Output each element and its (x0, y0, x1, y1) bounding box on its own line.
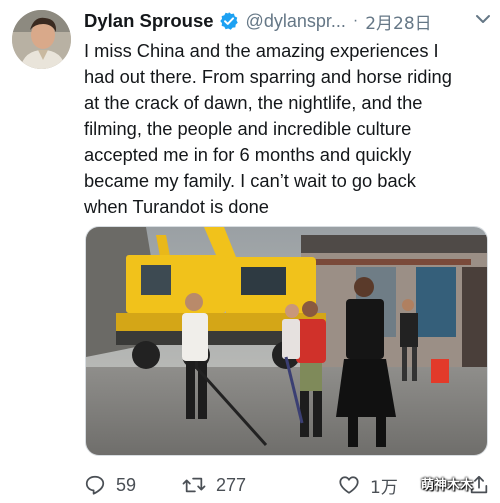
retweet-icon (182, 477, 206, 493)
retweet-count: 277 (216, 474, 247, 495)
reply-icon (85, 475, 105, 495)
display-name[interactable]: Dylan Sprouse (84, 10, 214, 32)
retweet-button[interactable]: 277 (182, 470, 246, 500)
verified-badge-icon (219, 11, 239, 31)
like-count: 1万 (370, 477, 398, 498)
like-button[interactable]: 1万 (338, 470, 398, 500)
tweet-photo[interactable] (85, 226, 488, 456)
reply-button[interactable]: 59 (84, 470, 136, 500)
reply-count: 59 (116, 474, 137, 495)
heart-icon (339, 476, 359, 494)
separator-dot: · (352, 12, 359, 29)
avatar[interactable] (12, 10, 71, 69)
tweet-card: Dylan Sprouse @dylanspr... · 2月28日 I mis… (0, 0, 500, 503)
tweet-header: Dylan Sprouse @dylanspr... · 2月28日 (84, 9, 432, 34)
watermark: 萌神木木 (421, 478, 474, 493)
tweet-text: I miss China and the amazing experiences… (84, 40, 452, 217)
tweet-date[interactable]: 2月28日 (365, 9, 431, 34)
user-handle[interactable]: @dylanspr... (246, 11, 346, 32)
chevron-down-icon[interactable] (474, 12, 492, 26)
